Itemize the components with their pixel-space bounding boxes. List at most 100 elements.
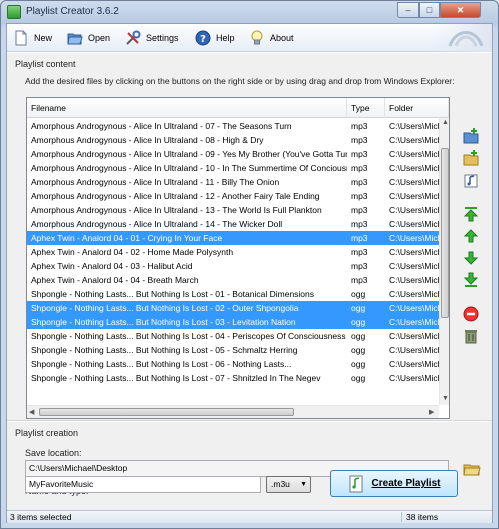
list-item[interactable]: Amorphous Androgynous - Alice In Ultrala… [27, 189, 439, 203]
list-item[interactable]: Amorphous Androgynous - Alice In Ultrala… [27, 147, 439, 161]
scroll-left-icon[interactable]: ◀ [29, 408, 34, 416]
list-item[interactable]: Shpongle - Nothing Lasts... But Nothing … [27, 287, 439, 301]
vertical-scrollbar[interactable]: ▲ ▼ [439, 118, 449, 405]
browse-folder-icon[interactable] [463, 460, 481, 478]
column-folder[interactable]: Folder [385, 98, 449, 118]
new-document-icon [15, 30, 27, 46]
list-item[interactable]: Amorphous Androgynous - Alice In Ultrala… [27, 133, 439, 147]
settings-button[interactable]: Settings [125, 29, 179, 47]
folder-cell: C:\Users\Michael\Music [389, 359, 439, 369]
folder-cell: C:\Users\Michael\Music [389, 233, 439, 243]
add-file-icon[interactable] [462, 127, 480, 145]
app-window: Playlist Creator 3.6.2 – □ ✕ New Open Se… [0, 0, 499, 529]
filename-cell: Shpongle - Nothing Lasts... But Nothing … [31, 331, 346, 341]
app-logo [432, 24, 492, 52]
open-folder-icon [67, 33, 83, 45]
open-button[interactable]: Open [67, 29, 110, 47]
filename-cell: Amorphous Androgynous - Alice In Ultrala… [31, 177, 280, 187]
horizontal-scroll-thumb[interactable] [39, 408, 294, 416]
column-type[interactable]: Type [347, 98, 385, 118]
list-item[interactable]: Shpongle - Nothing Lasts... But Nothing … [27, 315, 439, 329]
about-label: About [270, 33, 294, 43]
folder-cell: C:\Users\Michael\Music [389, 191, 439, 201]
list-item[interactable]: Aphex Twin - Analord 04 - 01 - Crying In… [27, 231, 439, 245]
list-item[interactable]: Shpongle - Nothing Lasts... But Nothing … [27, 301, 439, 315]
type-cell: mp3 [351, 261, 368, 271]
scroll-up-icon[interactable]: ▲ [442, 119, 449, 126]
about-button[interactable]: About [249, 29, 294, 47]
filename-cell: Aphex Twin - Analord 04 - 04 - Breath Ma… [31, 275, 199, 285]
filename-cell: Amorphous Androgynous - Alice In Ultrala… [31, 149, 347, 159]
type-cell: mp3 [351, 205, 368, 215]
remove-icon[interactable] [462, 305, 480, 323]
horizontal-scrollbar[interactable]: ◀ ▶ [27, 405, 439, 418]
list-item[interactable]: Aphex Twin - Analord 04 - 03 - Halibut A… [27, 259, 439, 273]
filename-cell: Amorphous Androgynous - Alice In Ultrala… [31, 121, 292, 131]
folder-cell: C:\Users\Michael\Music [389, 163, 439, 173]
type-cell: mp3 [351, 247, 368, 257]
clear-icon[interactable] [462, 327, 480, 345]
move-down-icon[interactable] [462, 249, 480, 267]
list-item[interactable]: Aphex Twin - Analord 04 - 02 - Home Made… [27, 245, 439, 259]
list-item[interactable]: Amorphous Androgynous - Alice In Ultrala… [27, 119, 439, 133]
playlist-name-input[interactable]: MyFavoriteMusic [25, 476, 261, 493]
file-list[interactable]: Filename Type Folder Amorphous Androgyno… [26, 97, 450, 419]
list-item[interactable]: Shpongle - Nothing Lasts... But Nothing … [27, 343, 439, 357]
list-item[interactable]: Shpongle - Nothing Lasts... But Nothing … [27, 329, 439, 343]
filename-cell: Amorphous Androgynous - Alice In Ultrala… [31, 163, 347, 173]
list-item[interactable]: Amorphous Androgynous - Alice In Ultrala… [27, 217, 439, 231]
filename-cell: Shpongle - Nothing Lasts... But Nothing … [31, 303, 299, 313]
status-bar: 3 items selected 38 items [7, 510, 492, 523]
folder-cell: C:\Users\Michael\Music [389, 289, 439, 299]
folder-cell: C:\Users\Michael\Music [389, 345, 439, 355]
settings-label: Settings [146, 33, 179, 43]
playlist-content-panel: Playlist content Add the desired files b… [7, 53, 492, 421]
folder-cell: C:\Users\Michael\Music [389, 149, 439, 159]
create-playlist-button[interactable]: Create Playlist [330, 470, 458, 497]
scroll-down-icon[interactable]: ▼ [442, 395, 449, 402]
folder-cell: C:\Users\Michael\Music [389, 275, 439, 285]
playlist-content-label: Playlist content [15, 59, 76, 69]
minimize-button[interactable]: – [397, 2, 419, 18]
filename-cell: Aphex Twin - Analord 04 - 01 - Crying In… [31, 233, 223, 243]
add-playlist-icon[interactable] [462, 171, 480, 189]
vertical-scroll-thumb[interactable] [441, 148, 449, 318]
lightbulb-icon [251, 30, 263, 45]
playlist-type-select[interactable]: .m3u ▼ [266, 476, 311, 493]
move-top-icon[interactable] [462, 205, 480, 223]
scroll-right-icon[interactable]: ▶ [429, 408, 434, 416]
type-cell: mp3 [351, 219, 368, 229]
new-button[interactable]: New [13, 29, 52, 47]
maximize-button[interactable]: □ [419, 2, 440, 18]
folder-cell: C:\Users\Michael\Music [389, 135, 439, 145]
folder-cell: C:\Users\Michael\Music [389, 317, 439, 327]
folder-cell: C:\Users\Michael\Music [389, 303, 439, 313]
list-item[interactable]: Amorphous Androgynous - Alice In Ultrala… [27, 203, 439, 217]
type-cell: mp3 [351, 135, 368, 145]
list-item[interactable]: Aphex Twin - Analord 04 - 04 - Breath Ma… [27, 273, 439, 287]
playlist-creation-panel: Playlist creation Save location: C:\User… [7, 422, 492, 512]
list-item[interactable]: Amorphous Androgynous - Alice In Ultrala… [27, 175, 439, 189]
close-button[interactable]: ✕ [440, 2, 481, 18]
type-cell: ogg [351, 373, 366, 383]
help-icon: ? [195, 30, 211, 46]
folder-cell: C:\Users\Michael\Music [389, 177, 439, 187]
column-filename[interactable]: Filename [27, 98, 347, 118]
move-bottom-icon[interactable] [462, 271, 480, 289]
type-cell: mp3 [351, 233, 368, 243]
list-item[interactable]: Amorphous Androgynous - Alice In Ultrala… [27, 161, 439, 175]
filename-cell: Shpongle - Nothing Lasts... But Nothing … [31, 317, 296, 327]
type-cell: mp3 [351, 275, 368, 285]
new-label: New [34, 33, 53, 43]
add-folder-icon[interactable] [462, 149, 480, 167]
type-cell: ogg [351, 359, 366, 369]
folder-cell: C:\Users\Michael\Music [389, 205, 439, 215]
list-item[interactable]: Shpongle - Nothing Lasts... But Nothing … [27, 371, 439, 385]
client-area: New Open Settings ? Help About Playlist … [6, 23, 493, 523]
list-item[interactable]: Shpongle - Nothing Lasts... But Nothing … [27, 357, 439, 371]
title-bar[interactable]: Playlist Creator 3.6.2 – □ ✕ [1, 1, 498, 23]
type-cell: mp3 [351, 177, 368, 187]
help-button[interactable]: ? Help [195, 29, 235, 47]
type-cell: mp3 [351, 149, 368, 159]
move-up-icon[interactable] [462, 227, 480, 245]
